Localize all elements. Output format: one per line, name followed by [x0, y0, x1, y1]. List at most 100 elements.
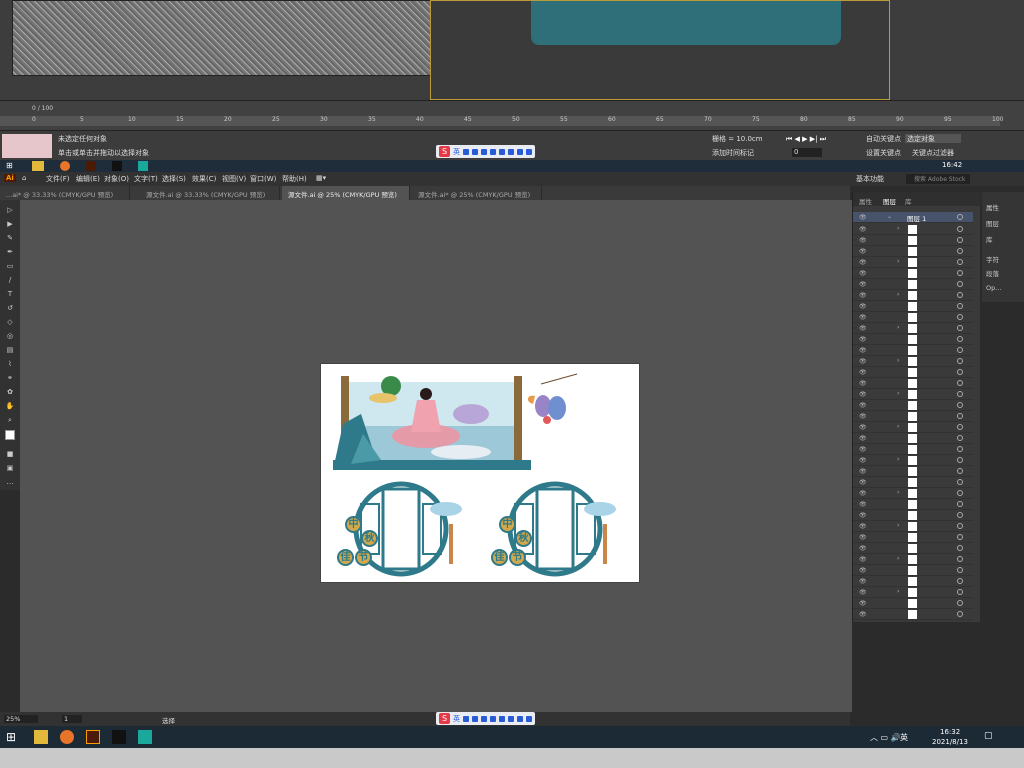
visibility-eye-icon[interactable]: 👁 [859, 402, 867, 409]
sublayer-row[interactable]: 👁 › [853, 290, 973, 301]
visibility-eye-icon[interactable]: 👁 [859, 556, 867, 563]
color-mode-icon[interactable]: ■ [5, 450, 15, 458]
target-circle-icon[interactable] [957, 611, 963, 617]
tray-icons[interactable]: ︿ ▭ 🔊 [870, 732, 901, 743]
sublayer-row[interactable]: 👁 [853, 598, 973, 609]
doc-tab-3[interactable]: 源文件.ai @ 25% (CMYK/GPU 预览) [282, 186, 410, 200]
brush-tool-icon[interactable]: / [5, 276, 15, 284]
warp-tool-icon[interactable]: ◎ [5, 332, 15, 340]
visibility-eye-icon[interactable]: 👁 [859, 226, 867, 233]
expand-chevron-icon[interactable]: › [897, 555, 899, 562]
sublayer-row[interactable]: 👁 › [853, 455, 973, 466]
layer-row-top[interactable]: 👁 ⌄ 图层 1 [853, 212, 973, 223]
pen-tool-icon[interactable]: ✒ [5, 248, 15, 256]
sublayer-row[interactable]: 👁 [853, 345, 973, 356]
target-circle-icon[interactable] [957, 479, 963, 485]
sublayer-row[interactable]: 👁 [853, 411, 973, 422]
target-circle-icon[interactable] [957, 237, 963, 243]
tray-ime-label[interactable]: 英 [900, 732, 908, 743]
menu-help[interactable]: 帮助(H) [282, 174, 307, 184]
target-circle-icon[interactable] [957, 457, 963, 463]
perspective-viewport[interactable] [430, 0, 890, 100]
visibility-eye-icon[interactable]: 👁 [859, 479, 867, 486]
visibility-eye-icon[interactable]: 👁 [859, 380, 867, 387]
sublayer-row[interactable]: 👁 [853, 433, 973, 444]
visibility-eye-icon[interactable]: 👁 [859, 292, 867, 299]
target-circle-icon[interactable] [957, 512, 963, 518]
tab-libraries[interactable]: 库 [905, 196, 912, 206]
expand-chevron-icon[interactable]: › [897, 588, 899, 595]
sublayer-row[interactable]: 👁 [853, 565, 973, 576]
sublayer-row[interactable]: 👁 [853, 466, 973, 477]
target-circle-icon[interactable] [957, 325, 963, 331]
target-circle-icon[interactable] [957, 446, 963, 452]
menu-effect[interactable]: 效果(C) [192, 174, 216, 184]
target-circle-icon[interactable] [957, 600, 963, 606]
3dsmax-icon[interactable] [138, 730, 152, 744]
target-circle-icon[interactable] [957, 501, 963, 507]
illustrator-icon[interactable] [86, 161, 96, 171]
arrange-icon[interactable]: ▦▾ [316, 174, 326, 182]
sublayer-row[interactable]: 👁 [853, 378, 973, 389]
expand-chevron-icon[interactable]: › [897, 423, 899, 430]
visibility-eye-icon[interactable]: 👁 [859, 358, 867, 365]
menu-object[interactable]: 对象(O) [104, 174, 129, 184]
target-circle-icon[interactable] [957, 589, 963, 595]
more-tools-icon[interactable]: … [5, 478, 15, 486]
visibility-eye-icon[interactable]: 👁 [859, 303, 867, 310]
hand-tool-icon[interactable]: ✋ [5, 402, 15, 410]
sublayer-row[interactable]: 👁 › [853, 521, 973, 532]
visibility-eye-icon[interactable]: 👁 [859, 281, 867, 288]
fill-swatch-icon[interactable] [5, 430, 15, 440]
sublayer-row[interactable]: 👁 [853, 301, 973, 312]
visibility-eye-icon[interactable]: 👁 [859, 457, 867, 464]
windows-start-icon[interactable]: ⊞ [6, 161, 16, 171]
visibility-eye-icon[interactable]: 👁 [859, 347, 867, 354]
target-circle-icon[interactable] [957, 214, 963, 220]
target-circle-icon[interactable] [957, 292, 963, 298]
target-circle-icon[interactable] [957, 523, 963, 529]
browser-icon[interactable] [60, 730, 74, 744]
visibility-eye-icon[interactable]: 👁 [859, 325, 867, 332]
visibility-eye-icon[interactable]: 👁 [859, 545, 867, 552]
expand-chevron-icon[interactable]: › [897, 258, 899, 265]
visibility-eye-icon[interactable]: 👁 [859, 214, 867, 221]
target-circle-icon[interactable] [957, 369, 963, 375]
dock-paragraph[interactable]: 段落 [986, 268, 999, 278]
add-time-tag[interactable]: 添加时间标记 [712, 148, 754, 158]
sublayer-row[interactable]: 👁 [853, 477, 973, 488]
visibility-eye-icon[interactable]: 👁 [859, 369, 867, 376]
target-circle-icon[interactable] [957, 380, 963, 386]
blend-tool-icon[interactable]: ⚭ [5, 374, 15, 382]
target-circle-icon[interactable] [957, 270, 963, 276]
target-circle-icon[interactable] [957, 413, 963, 419]
timeline-ruler[interactable]: 0 5 10 15 20 25 30 35 40 45 50 55 60 65 70 75 80 85 90 95 10… [0, 116, 1003, 126]
tab-properties[interactable]: 属性 [859, 196, 872, 206]
sublayer-row[interactable]: 👁 › [853, 257, 973, 268]
3dsmax-icon[interactable] [138, 161, 148, 171]
target-circle-icon[interactable] [957, 578, 963, 584]
sublayer-row[interactable]: 👁 [853, 367, 973, 378]
sublayer-row[interactable]: 👁 [853, 235, 973, 246]
doc-tab-2[interactable]: 源文件.ai @ 33.33% (CMYK/GPU 预览) [140, 186, 280, 200]
notification-icon[interactable]: ▢ [984, 731, 993, 741]
sublayer-row[interactable]: 👁 [853, 576, 973, 587]
sublayer-row[interactable]: 👁 [853, 246, 973, 257]
dock-properties[interactable]: 属性 [986, 202, 999, 212]
menu-window[interactable]: 窗口(W) [250, 174, 276, 184]
sublayer-row[interactable]: 👁 › [853, 356, 973, 367]
workspace-switcher[interactable]: 基本功能 [856, 174, 884, 184]
visibility-eye-icon[interactable]: 👁 [859, 435, 867, 442]
visibility-eye-icon[interactable]: 👁 [859, 600, 867, 607]
symbol-tool-icon[interactable]: ✿ [5, 388, 15, 396]
zoom-dropdown[interactable]: 25% [4, 715, 38, 723]
visibility-eye-icon[interactable]: 👁 [859, 424, 867, 431]
set-key-button[interactable]: 设置关键点 [866, 148, 901, 158]
target-circle-icon[interactable] [957, 347, 963, 353]
rectangle-tool-icon[interactable]: ▭ [5, 262, 15, 270]
target-circle-icon[interactable] [957, 424, 963, 430]
sublayer-row[interactable]: 👁 › [853, 488, 973, 499]
folder-icon[interactable] [34, 730, 48, 744]
selected-object-dropdown[interactable]: 选定对象 [905, 134, 961, 143]
sublayer-row[interactable]: 👁 [853, 609, 973, 620]
